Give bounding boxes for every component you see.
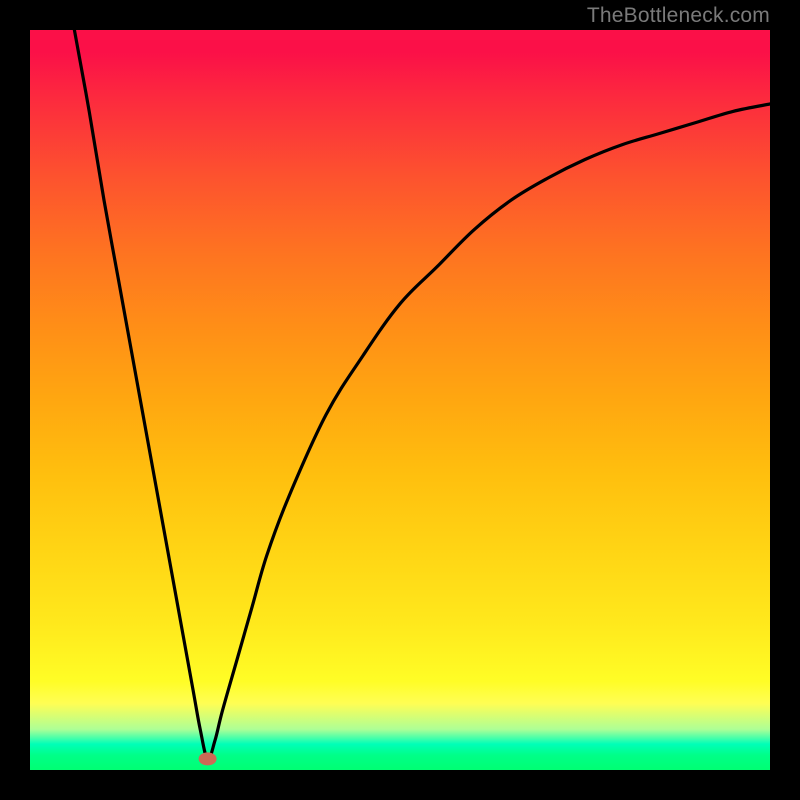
chart-svg [30, 30, 770, 770]
plot-area [30, 30, 770, 770]
curve-line [74, 30, 770, 759]
minimum-marker [199, 752, 217, 765]
chart-frame: TheBottleneck.com [0, 0, 800, 800]
watermark-label: TheBottleneck.com [587, 4, 770, 28]
bottleneck-curve [74, 30, 770, 759]
